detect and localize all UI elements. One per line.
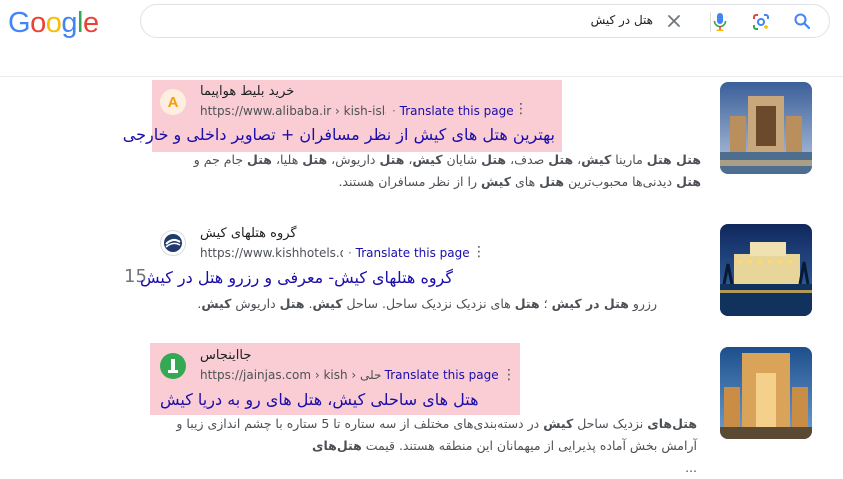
snippet-bold-term: هتل‌های (312, 438, 362, 453)
translate-link[interactable]: · Translate this page (377, 368, 499, 382)
snippet-line: آرامش بخش آماده پذیرایی از میهمانان این … (160, 435, 697, 457)
snippet-line: هتل‌های نزدیک ساحل کیش در دسته‌بندی‌های … (160, 413, 697, 435)
mic-icon[interactable] (711, 12, 729, 36)
snippet-line: هتل دیدنی‌ها محبوب‌ترین هتل های کیش را ا… (160, 171, 701, 193)
snippet-text: های (511, 174, 540, 189)
snippet-bold-term: هتل (514, 296, 540, 311)
snippet-text: داریوش، (327, 152, 380, 167)
more-options-icon[interactable]: ⋮ (502, 368, 516, 382)
translate-label[interactable]: Translate this page (356, 246, 470, 260)
snippet-ellipsis: ... (685, 460, 697, 475)
snippet-text: های نزدیک نزدیک ساحل. ساحل (342, 296, 515, 311)
result-url[interactable]: https://www.alibaba.ir › kish-island (200, 104, 386, 118)
svg-text:A: A (168, 94, 179, 111)
search-input[interactable]: هتل در کیش (591, 13, 653, 27)
snippet-bold-term: کیش (201, 296, 232, 311)
result-thumbnail[interactable] (720, 347, 812, 439)
snippet-bold-term: هتل‌های (647, 416, 697, 431)
snippet-text: ؛ (539, 296, 552, 311)
result-thumbnail[interactable] (720, 224, 812, 316)
result-title[interactable]: بهترین هتل های کیش از نظر مسافران + تصاو… (123, 125, 555, 144)
translate-label[interactable]: Translate this page (385, 368, 499, 382)
site-name[interactable]: گروه هتلهای کیش (200, 226, 297, 241)
snippet-text: آرامش بخش آماده پذیرایی از میهمانان این … (361, 438, 697, 453)
alibaba-favicon-icon: A (160, 89, 186, 115)
snippet-text: صدف، (506, 152, 549, 167)
google-logo[interactable]: Google (8, 6, 99, 40)
close-icon[interactable] (665, 12, 683, 34)
logo-letter: o (30, 7, 46, 39)
snippet-text: . (304, 296, 313, 311)
snippet-text: رزرو (628, 296, 657, 311)
result-snippet: هتل هتل مارینا کیش، هتل صدف، هتل شایان ک… (160, 149, 701, 193)
snippet-bold-term: هتل (302, 152, 328, 167)
snippet-text: را از نظر مسافران هستند. (338, 174, 481, 189)
snippet-text: داریوش (231, 296, 280, 311)
snippet-text: مارینا (611, 152, 647, 167)
search-bar[interactable]: هتل در کیش (140, 4, 830, 38)
snippet-text: شایان (442, 152, 482, 167)
lens-icon[interactable] (751, 12, 771, 36)
snippet-text: در دسته‌بندی‌های مختلف از سه ستاره تا 5 … (176, 416, 544, 431)
logo-letter: g (61, 7, 77, 39)
snippet-bold-term: کیش (312, 296, 343, 311)
snippet-bold-term: هتل (539, 174, 565, 189)
snippet-bold-term: کیش (581, 152, 612, 167)
snippet-bold-term: هتل (548, 152, 574, 167)
more-options-icon[interactable]: ⋮ (514, 102, 528, 116)
snippet-bold-term: کیش (480, 174, 512, 189)
translate-label[interactable]: Translate this page (400, 104, 514, 118)
result-title[interactable]: هتل های ساحلی کیش، هتل های رو به دریا کی… (160, 390, 510, 409)
more-options-icon[interactable]: ⋮ (472, 245, 486, 259)
translate-link[interactable]: · Translate this page (392, 104, 514, 118)
result-snippet: هتل‌های نزدیک ساحل کیش در دسته‌بندی‌های … (160, 413, 697, 479)
site-name[interactable]: جااینجاس (200, 348, 251, 363)
snippet-bold-term: هتل در کیش (551, 296, 629, 311)
snippet-bold-term: هتل هتل (646, 152, 701, 167)
snippet-bold-term: کیش (543, 416, 574, 431)
snippet-text: دیدنی‌ها محبوب‌ترین (564, 174, 677, 189)
snippet-text: ، (573, 152, 582, 167)
snippet-bold-term: هتل (676, 174, 701, 189)
site-name[interactable]: خرید بلیط هواپیما (200, 84, 294, 99)
result-title[interactable]: گروه هتلهای کیش- معرفی و رزرو هتل در کیش (140, 268, 453, 287)
search-icon[interactable] (793, 12, 811, 34)
logo-letter: o (45, 7, 62, 39)
jainjas-favicon-icon (160, 353, 186, 379)
snippet-line: هتل هتل مارینا کیش، هتل صدف، هتل شایان ک… (160, 149, 701, 171)
logo-letter: e (82, 7, 99, 39)
snippet-bold-term: هتل (481, 152, 507, 167)
snippet-line: رزرو هتل در کیش ؛ هتل های نزدیک نزدیک سا… (160, 293, 657, 315)
snippet-text: نزدیک ساحل (573, 416, 648, 431)
logo-letter: G (8, 7, 31, 39)
snippet-bold-term: هتل (279, 296, 305, 311)
snippet-bold-term: کیش (412, 152, 443, 167)
result-url[interactable]: https://jainjas.com › kish › حلی (200, 368, 381, 382)
translate-link[interactable]: · Translate this page (348, 246, 470, 260)
snippet-bold-term: هتل (247, 152, 272, 167)
snippet-bold-term: هتل (379, 152, 405, 167)
snippet-text: جام جم و (193, 152, 248, 167)
result-snippet: رزرو هتل در کیش ؛ هتل های نزدیک نزدیک سا… (160, 293, 657, 315)
kishhotels-favicon-icon (160, 230, 186, 256)
result-url[interactable]: https://www.kishhotels.org (200, 246, 343, 260)
result-thumbnail[interactable] (720, 82, 812, 174)
snippet-text: هلیا، (271, 152, 303, 167)
header-divider (0, 76, 843, 77)
